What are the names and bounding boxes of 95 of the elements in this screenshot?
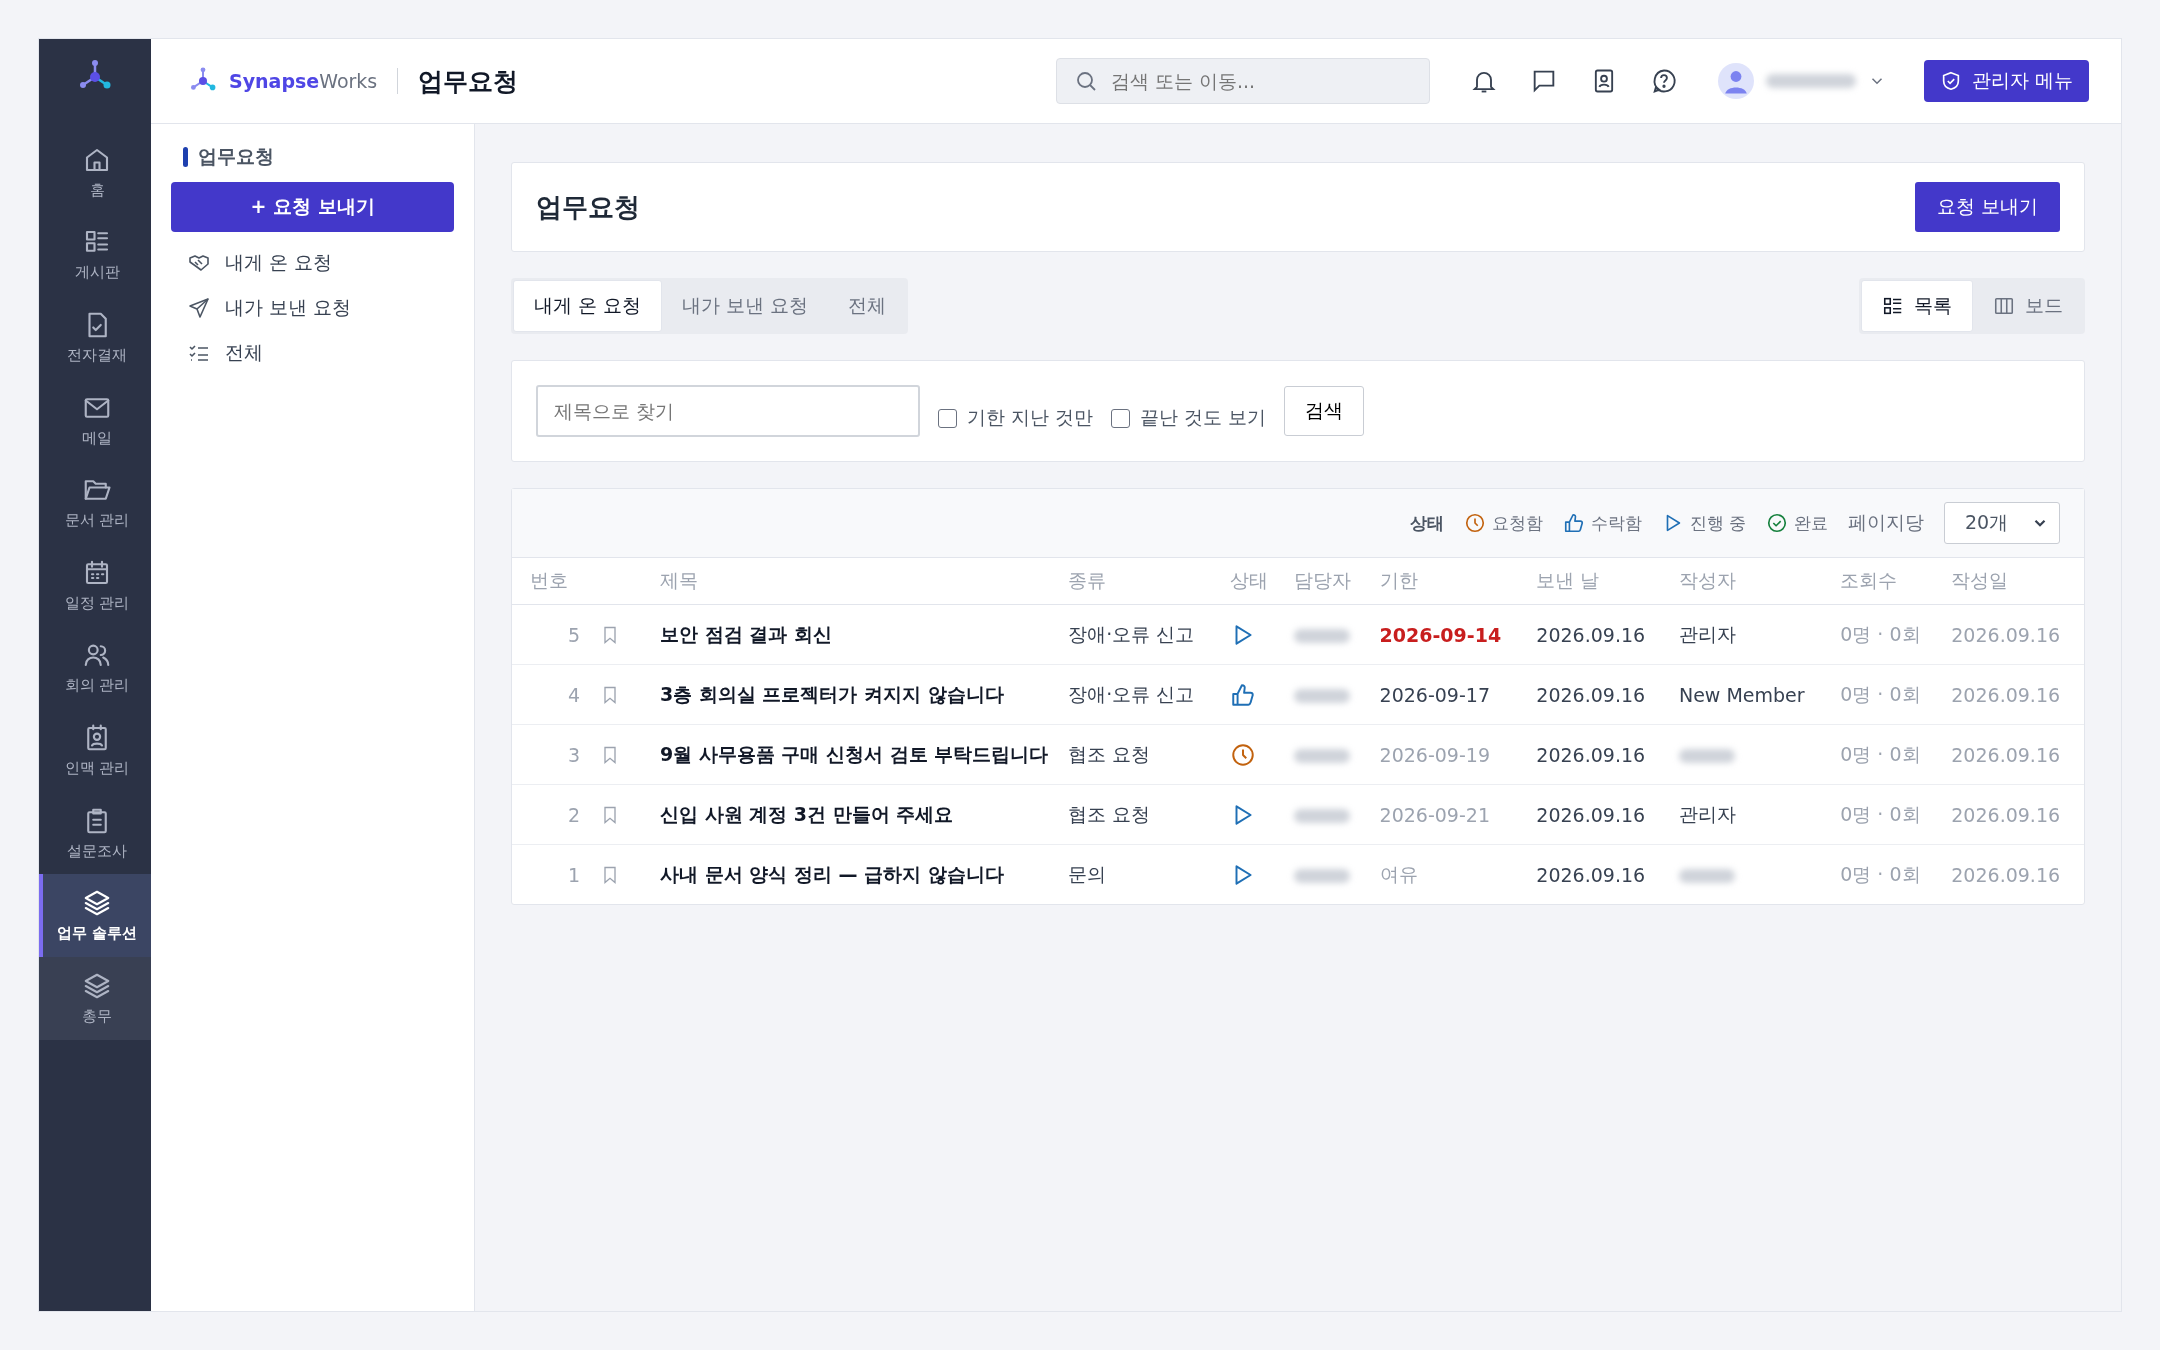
request-title[interactable]: 사내 문서 양식 정리 — 급하지 않습니다 [650,844,1059,904]
deadline-cell: 2026-09-14 [1369,604,1527,665]
search-field[interactable]: 검색 또는 이동... [1055,58,1430,104]
sidebar-item[interactable]: 전체 [171,330,454,375]
deadline-cell: 2026-09-19 [1369,724,1527,785]
deadline-cell: 2026-09-21 [1369,784,1527,845]
column-header: 번호 [512,558,590,605]
rail-item[interactable]: 설문조사 [39,791,151,875]
new-request-button[interactable]: + 요청 보내기 [171,182,454,232]
rail-item[interactable]: 문서 관리 [39,461,151,544]
rail-item[interactable]: 전자결재 [39,296,151,379]
legend-item: 요청함 [1491,511,1543,535]
rail-item[interactable]: 홈 [39,131,151,214]
table-cell: 2026.09.16 [1941,664,2084,725]
checkbox-label: 기한 지난 것만 [967,405,1094,430]
table-cell: 3 [512,724,590,785]
columns-icon [1993,295,2015,317]
table-cell: 0명 · 0회 [1830,604,1942,665]
table-cell: New Member [1668,664,1831,725]
checkbox[interactable] [938,408,957,428]
sidebar-heading: 업무요청 [183,144,454,170]
column-header: 보낸 날 [1526,558,1669,605]
rail-item[interactable]: 게시판 [39,213,151,297]
table-cell: 관리자 [1668,784,1831,845]
search-button[interactable]: 검색 [1284,386,1365,436]
table-cell: 2026.09.16 [1941,724,2084,785]
legend-item: 수락함 [1590,511,1642,535]
table-cell: 5 [512,604,590,665]
table-cell: 0명 · 0회 [1830,724,1942,785]
send-request-button[interactable]: 요청 보내기 [1914,182,2060,232]
column-header: 제목 [650,558,1059,605]
section-title: 업무요청 [536,190,640,224]
legend-label: 상태 [1409,511,1444,535]
deadline-cell: 여유 [1369,844,1527,904]
request-title[interactable]: 보안 점검 결과 회신 [650,604,1059,665]
column-header: 작성자 [1668,558,1831,605]
table-cell: 장애·오류 신고 [1058,604,1221,665]
thumbs-up-icon [1562,512,1585,534]
paper-plane-icon [187,295,211,320]
column-header: 기한 [1369,558,1527,605]
avatar-icon [1717,63,1754,99]
table-cell: 장애·오류 신고 [1058,664,1221,725]
table-cell: 2026.09.16 [1526,784,1669,845]
request-title[interactable]: 신입 사원 계정 3건 만들어 주세요 [650,784,1059,845]
table-cell: 협조 요청 [1058,784,1221,845]
list-icon [1882,295,1904,317]
table-cell: 2026.09.16 [1941,844,2084,904]
view-tab[interactable]: 목록 [1861,280,1973,332]
brand-name: SynapseWorks [229,70,378,92]
table-cell: 0명 · 0회 [1830,664,1942,725]
table-cell: 2026.09.16 [1526,844,1669,904]
request-title[interactable]: 3층 회의실 프로젝터가 켜지지 않습니다 [650,664,1059,725]
column-header: 작성일 [1941,558,2084,605]
legend-item: 완료 [1794,511,1828,535]
tab[interactable]: 내가 보낸 요청 [662,280,829,332]
table-cell: 0명 · 0회 [1830,784,1942,845]
legend-item: 진행 중 [1689,511,1746,535]
tab[interactable]: 내게 온 요청 [513,280,663,332]
rail-item[interactable]: 인맥 관리 [39,709,151,792]
check-circle-icon [1766,512,1788,534]
checkbox[interactable] [1111,408,1131,428]
table-cell: 문의 [1058,844,1221,904]
table-cell: 2026.09.16 [1941,604,2084,665]
rail-item[interactable]: 총무 [39,956,151,1040]
rail-item[interactable]: 업무 솔루션 [39,874,151,957]
rail-item[interactable]: 일정 관리 [39,543,151,627]
column-header: 조회수 [1830,558,1942,605]
column-header: 종류 [1058,558,1221,605]
clock-icon [1463,512,1486,534]
rail-item[interactable]: 회의 관리 [39,626,151,710]
page-title: 업무요청 [418,65,519,98]
table-cell: 4 [512,664,590,725]
rail-item[interactable]: 메일 [39,378,151,462]
table-cell: 2026.09.16 [1526,724,1669,785]
request-title[interactable]: 9월 사무용품 구매 신청서 검토 부탁드립니다 [650,724,1059,785]
table-cell: 2 [512,784,590,845]
tab[interactable]: 전체 [828,280,907,332]
title-search-field[interactable]: 제목으로 찾기 [536,385,920,437]
checkbox-label: 끝난 것도 보기 [1140,405,1267,430]
column-header: 담당자 [1284,558,1370,605]
deadline-cell: 2026-09-17 [1369,664,1527,725]
table-cell: 0명 · 0회 [1830,844,1942,904]
sidebar-item[interactable]: 내가 보낸 요청 [171,285,454,330]
sidebar-item[interactable]: 내게 온 요청 [171,240,454,285]
view-tab[interactable]: 보드 [1973,280,2083,332]
table-cell: 협조 요청 [1058,724,1221,785]
table-cell: 1 [512,844,590,904]
table-cell: 2026.09.16 [1941,784,2084,845]
table-cell: 2026.09.16 [1526,664,1669,725]
table-cell: 관리자 [1668,604,1831,665]
per-page-label: 페이지당 [1848,510,1924,535]
admin-menu-button[interactable]: 관리자 메뉴 [1923,60,2089,102]
column-header: 상태 [1220,558,1285,605]
table-cell: 2026.09.16 [1526,604,1669,665]
per-page-select[interactable]: 20개 [1944,502,2060,544]
